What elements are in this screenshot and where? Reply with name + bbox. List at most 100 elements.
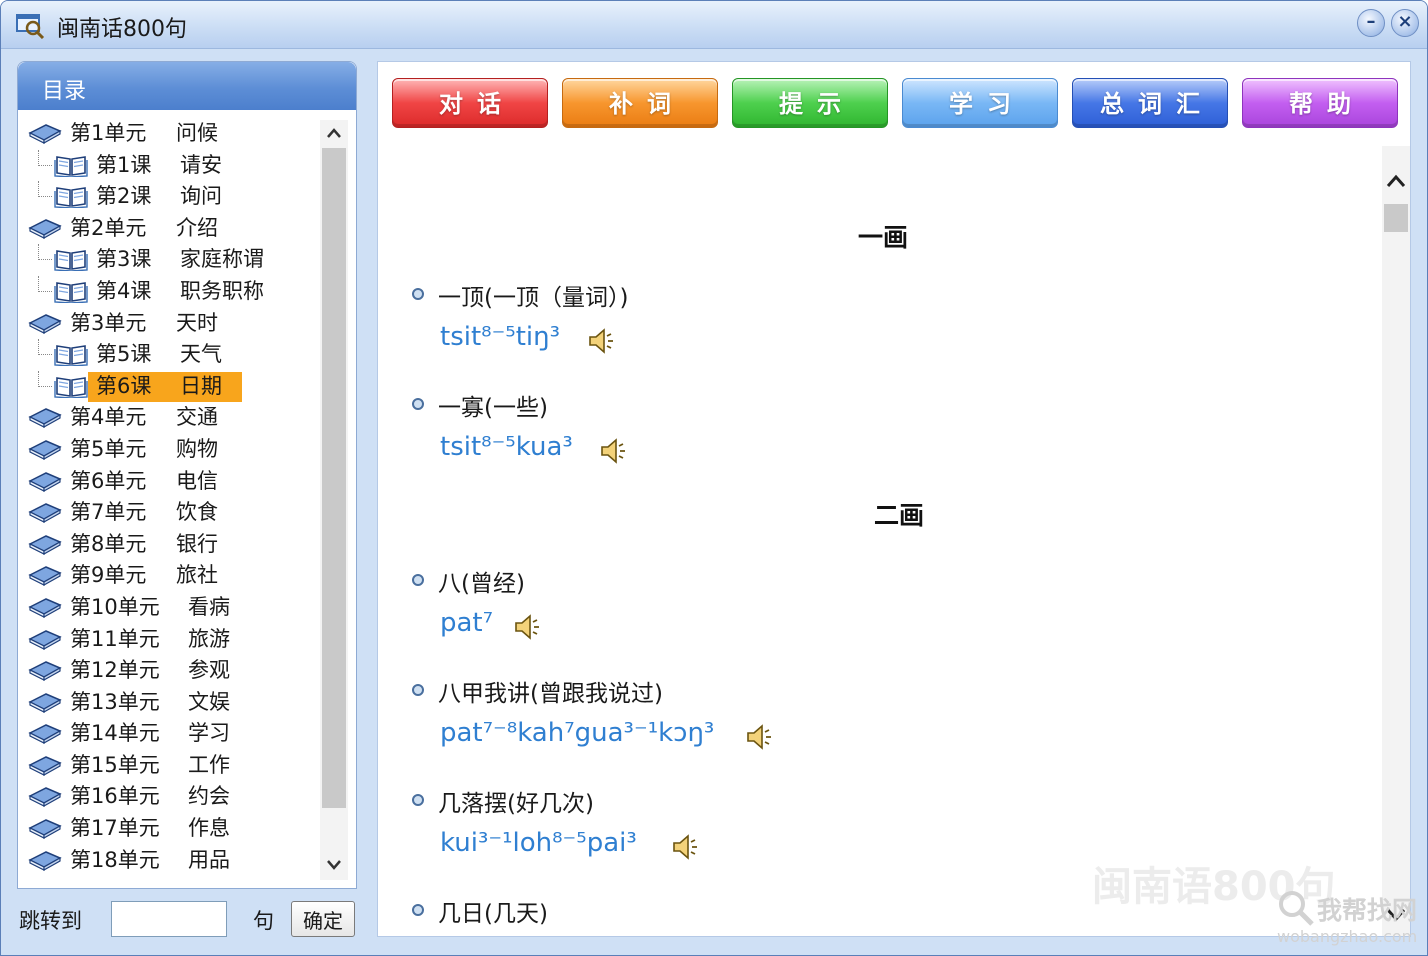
toc-unit-item[interactable]: 第4单元 交通 [24,402,322,434]
toc-item-title: 请安 [180,152,222,177]
content-scroll-thumb[interactable] [1384,204,1408,232]
closed-book-icon [28,440,62,460]
toc-unit-item[interactable]: 第8单元 银行 [24,529,322,561]
toc-item-title: 天气 [180,342,222,367]
toc-unit-item[interactable]: 第17单元 作息 [24,813,322,845]
content-scrollbar[interactable] [1382,146,1410,936]
entry-romanization: pat⁷⁻⁸kah⁷gua³⁻¹kɔŋ³ [440,718,715,748]
toc-item-number: 第11单元 [70,626,160,651]
speaker-icon[interactable] [670,832,702,862]
closed-book-icon [28,819,62,840]
toc-item-title: 旅社 [176,563,218,588]
toc-lesson-item[interactable]: 第3课 家庭称谓 [24,244,322,276]
closed-book-icon [28,218,62,239]
toc-unit-item[interactable]: 第3单元 天时 [24,308,322,340]
bullet-icon [412,398,424,410]
toc-lesson-item[interactable]: 第4课 职务职称 [24,275,322,308]
tab-vocabulary[interactable]: 总词汇 [1072,78,1228,128]
toc-item-title: 文娱 [188,689,230,714]
toc-item-title: 职务职称 [180,278,264,303]
toc-item-title: 学习 [188,721,230,746]
site-watermark: 我帮找网 wobangzhao.com [1271,889,1427,951]
toc-item-title: 日期 [180,373,222,398]
toc-unit-item[interactable]: 第9单元 旅社 [24,560,322,592]
entry-word: 八甲我讲(曾跟我说过) [438,681,663,707]
toc-unit-item[interactable]: 第5单元 购物 [24,434,322,466]
toc-scroll-down-arrow[interactable] [320,852,348,878]
toc-unit-item[interactable]: 第7单元 饮食 [24,497,322,529]
toc-lesson-item[interactable]: 第2课 询问 [24,181,322,213]
toc-lesson-item[interactable]: 第1课 请安 [24,149,322,182]
toc-unit-item[interactable]: 第10单元 看病 [24,592,322,624]
site-watermark-url: wobangzhao.com [1277,927,1418,946]
speaker-icon[interactable] [512,612,544,642]
toc-unit-item[interactable]: 第18单元 用品 [24,845,322,877]
toc-unit-item[interactable]: 第13单元 文娱 [24,687,322,719]
toc-item-number: 第5单元 [70,436,147,461]
sentence-number-input[interactable] [111,901,227,937]
tab-hints[interactable]: 提示 [732,78,888,128]
toc-scroll-thumb[interactable] [322,148,346,808]
tab-supplementary-words[interactable]: 补词 [562,78,718,128]
toc-item-title: 工作 [188,752,230,777]
toc-unit-item[interactable]: 第14单元 学习 [24,718,322,750]
entry-word: 几日(几天) [438,901,548,927]
toc-unit-item[interactable]: 第1单元 问候 [24,118,322,150]
toc-item-title: 用品 [188,847,230,872]
toc-lesson-item[interactable]: 第5课 天气 [24,339,322,371]
close-button[interactable]: × [1391,9,1419,37]
entry-romanization: kui³⁻¹loh⁸⁻⁵pai³ [440,828,637,858]
toc-item-title: 家庭称谓 [180,247,264,272]
speaker-icon[interactable] [598,436,630,466]
tab-dialogue[interactable]: 对话 [392,78,548,128]
speaker-icon[interactable] [744,722,776,752]
chevron-up-icon [327,128,341,138]
entry-romanization: tsit⁸⁻⁵tiŋ³ [440,322,561,352]
toc-item-title: 电信 [176,468,218,493]
toc-item-number: 第6单元 [70,468,147,493]
toc-unit-item[interactable]: 第11单元 旅游 [24,624,322,656]
tree-connector [38,370,52,387]
toc-unit-item[interactable]: 第6单元 电信 [24,466,322,498]
content-panel: 对话 补词 提示 学习 总词汇 帮助 一画 一顶(一顶（量词）) tsit⁸⁻⁵ti… [377,61,1411,937]
bullet-icon [412,684,424,696]
entry-word: 八(曾经) [438,571,525,597]
content-scroll-up-arrow[interactable] [1382,166,1410,198]
closed-book-icon [28,503,62,524]
closed-book-icon [28,756,62,776]
toc-item-title: 问候 [176,121,218,145]
toc-tree: 第1单元 问候 第1课 请安 第2课 询问 第2单元 介绍 第3课 家庭称谓 第4课 职务职称 第3单元… [24,118,322,878]
toc-item-title: 参观 [188,658,230,683]
entry-word: 几落摆(好几次) [438,791,594,817]
toc-item-number: 第8单元 [70,531,147,556]
entry-word: 一寡(一些) [438,395,548,421]
toc-unit-item[interactable]: 第16单元 约会 [24,781,322,813]
tab-study[interactable]: 学习 [902,78,1058,128]
title-bar[interactable]: 闽南话800句 – × [1,1,1427,49]
minimize-button[interactable]: – [1357,9,1385,37]
stroke-count-heading: 二画 [874,501,925,530]
toc-item-number: 第2课 [96,184,152,209]
open-book-icon [54,376,88,398]
open-book-icon [54,187,88,209]
speaker-icon[interactable] [586,326,618,356]
toc-unit-item[interactable]: 第2单元 介绍 [24,213,322,245]
open-book-icon [54,345,88,367]
bullet-icon [412,288,424,300]
toc-item-number: 第3单元 [70,310,147,335]
site-watermark-name: 我帮找网 [1317,896,1418,925]
tab-help[interactable]: 帮助 [1242,78,1398,128]
toc-item-title: 饮食 [176,500,218,525]
toc-item-number: 第14单元 [70,721,160,746]
toc-scrollbar[interactable] [320,120,348,880]
jump-to-label: 跳转到 [19,909,82,933]
confirm-button[interactable]: 确定 [291,901,355,937]
closed-book-icon [28,692,62,713]
app-window: 闽南话800句 – × 目录 第1单元 问候 第1课 请安 第2课 询问 第2单元 介绍 第3课… [0,0,1428,956]
toc-unit-item[interactable]: 第12单元 参观 [24,655,322,687]
toc-scroll-up-arrow[interactable] [320,120,348,146]
toc-unit-item[interactable]: 第15单元 工作 [24,750,322,782]
toc-item-number: 第6课 [96,373,152,398]
toc-lesson-item[interactable]: 第6课 日期 [24,370,322,403]
closed-book-icon [28,850,62,871]
